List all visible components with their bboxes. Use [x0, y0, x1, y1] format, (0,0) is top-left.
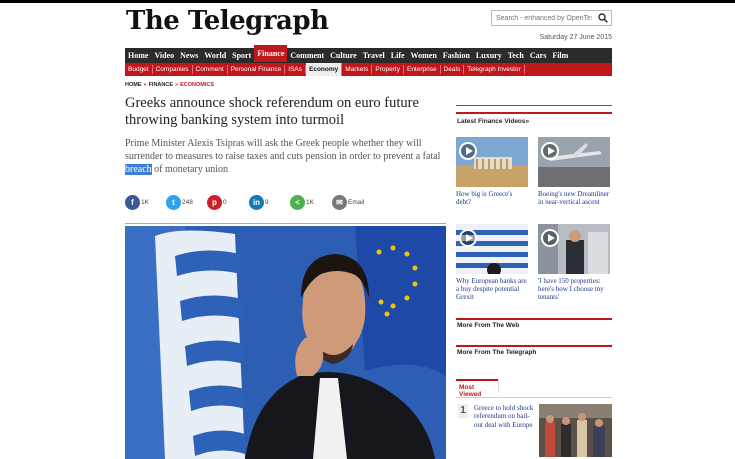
- video-thumbnail[interactable]: [538, 224, 610, 274]
- subnav-item-enterprise[interactable]: Enterprise: [404, 65, 441, 74]
- latest-videos-title[interactable]: Latest Finance Videos»: [457, 118, 529, 125]
- breadcrumb-finance[interactable]: FINANCE: [149, 82, 173, 88]
- subnav-item-budget[interactable]: Budget: [125, 65, 153, 74]
- date-label: Saturday 27 June 2015: [539, 34, 612, 41]
- breadcrumb-economics[interactable]: ECONOMICS: [180, 82, 214, 88]
- nav-item-life[interactable]: Life: [388, 48, 408, 63]
- subnav-item-isas[interactable]: ISAs: [285, 65, 307, 74]
- email-icon: ✉: [332, 195, 347, 210]
- pinterest-count: 0: [223, 199, 227, 206]
- most-viewed-rank: 1: [458, 404, 468, 418]
- subnav-item-comment[interactable]: Comment: [193, 65, 228, 74]
- nav-item-fashion[interactable]: Fashion: [440, 48, 473, 63]
- nav-item-women[interactable]: Women: [408, 48, 440, 63]
- standfirst-text: Prime Minister Alexis Tsipras will ask t…: [125, 138, 441, 163]
- video-caption[interactable]: Why European banks are a buy despite pot…: [456, 277, 528, 302]
- sidebar-rule-red: [456, 112, 612, 114]
- play-icon[interactable]: [459, 229, 477, 247]
- nav-item-travel[interactable]: Travel: [360, 48, 388, 63]
- share-icon: <: [290, 195, 305, 210]
- breadcrumb: HOME» FINANCE» ECONOMICS: [125, 82, 214, 88]
- nav-item-tech[interactable]: Tech: [505, 48, 527, 63]
- nav-item-video[interactable]: Video: [151, 48, 177, 63]
- top-bar: [0, 0, 735, 3]
- facebook-icon: f: [125, 195, 140, 210]
- subnav-item-deals[interactable]: Deals: [441, 65, 465, 74]
- breadcrumb-home[interactable]: HOME: [125, 82, 142, 88]
- play-icon[interactable]: [459, 142, 477, 160]
- nav-item-culture[interactable]: Culture: [327, 48, 360, 63]
- sidebar-rule-top: [456, 105, 612, 106]
- more-from-web-title: More From The Web: [457, 322, 520, 329]
- video-caption[interactable]: How big is Greece's debt?: [456, 190, 528, 206]
- video-thumbnail[interactable]: [538, 137, 610, 187]
- primary-nav: Home Video News World Sport Finance Comment Cul…: [125, 45, 612, 63]
- nav-item-home[interactable]: Home: [125, 48, 151, 63]
- more-from-telegraph-title: More From The Telegraph: [457, 349, 537, 356]
- twitter-share[interactable]: t 248: [166, 195, 193, 210]
- subnav-item-companies[interactable]: Companies: [153, 65, 193, 74]
- share-count: 1K: [306, 199, 314, 206]
- article-divider: [125, 223, 446, 224]
- email-label: Email: [348, 199, 365, 206]
- sidebar-rule-red: [456, 318, 612, 320]
- video-caption[interactable]: 'I have 150 properties: here's how I cho…: [538, 277, 610, 302]
- nav-item-news[interactable]: News: [177, 48, 201, 63]
- facebook-count: 1K: [141, 199, 149, 206]
- linkedin-count: 9: [265, 199, 269, 206]
- secondary-nav: Budget Companies Comment Personal Finance IS…: [125, 63, 612, 76]
- pinterest-share[interactable]: p 0: [207, 195, 227, 210]
- subnav-item-property[interactable]: Property: [372, 65, 404, 74]
- video-thumbnail[interactable]: [456, 137, 528, 187]
- nav-item-cars[interactable]: Cars: [527, 48, 549, 63]
- linkedin-share[interactable]: in 9: [249, 195, 269, 210]
- play-icon[interactable]: [541, 229, 559, 247]
- subnav-item-telegraph-investor[interactable]: Telegraph Investor: [464, 65, 525, 74]
- subnav-item-personal-finance[interactable]: Personal Finance: [228, 65, 286, 74]
- share-bar: f 1K t 248 p 0 in 9 < 1K ✉ Email: [125, 195, 445, 211]
- nav-item-sport[interactable]: Sport: [229, 48, 254, 63]
- video-thumbnail[interactable]: [456, 224, 528, 274]
- sidebar-rule-red: [456, 345, 612, 347]
- search-box[interactable]: [491, 10, 612, 26]
- subnav-item-markets[interactable]: Markets: [342, 65, 373, 74]
- standfirst-text-end: of monetary union: [151, 164, 229, 176]
- video-caption[interactable]: Boeing's new Dreamliner in near-vertical…: [538, 190, 610, 206]
- pinterest-icon: p: [207, 195, 222, 210]
- nav-item-luxury[interactable]: Luxury: [473, 48, 505, 63]
- nav-item-comment[interactable]: Comment: [287, 48, 327, 63]
- nav-item-world[interactable]: World: [201, 48, 229, 63]
- site-logo[interactable]: The Telegraph: [126, 6, 329, 36]
- nav-item-finance[interactable]: Finance: [254, 45, 288, 62]
- generic-share[interactable]: < 1K: [290, 195, 314, 210]
- selected-text[interactable]: breach: [125, 164, 152, 176]
- play-icon[interactable]: [541, 142, 559, 160]
- twitter-icon: t: [166, 195, 181, 210]
- tab-most-viewed[interactable]: Most Viewed: [456, 379, 498, 398]
- subnav-item-economy[interactable]: Economy: [306, 63, 343, 76]
- twitter-count: 248: [182, 199, 193, 206]
- linkedin-icon: in: [249, 195, 264, 210]
- facebook-share[interactable]: f 1K: [125, 195, 149, 210]
- article-headline: Greeks announce shock referendum on euro…: [125, 95, 419, 128]
- search-input[interactable]: [492, 14, 592, 22]
- article-photo: [125, 226, 446, 459]
- most-viewed-thumbnail[interactable]: [539, 404, 612, 457]
- nav-item-film[interactable]: Film: [549, 48, 571, 63]
- article-standfirst: Prime Minister Alexis Tsipras will ask t…: [125, 137, 443, 177]
- email-share[interactable]: ✉ Email: [332, 195, 364, 210]
- most-viewed-link[interactable]: Greece to hold shock referendum on bail-…: [474, 404, 534, 429]
- search-icon[interactable]: [598, 13, 608, 23]
